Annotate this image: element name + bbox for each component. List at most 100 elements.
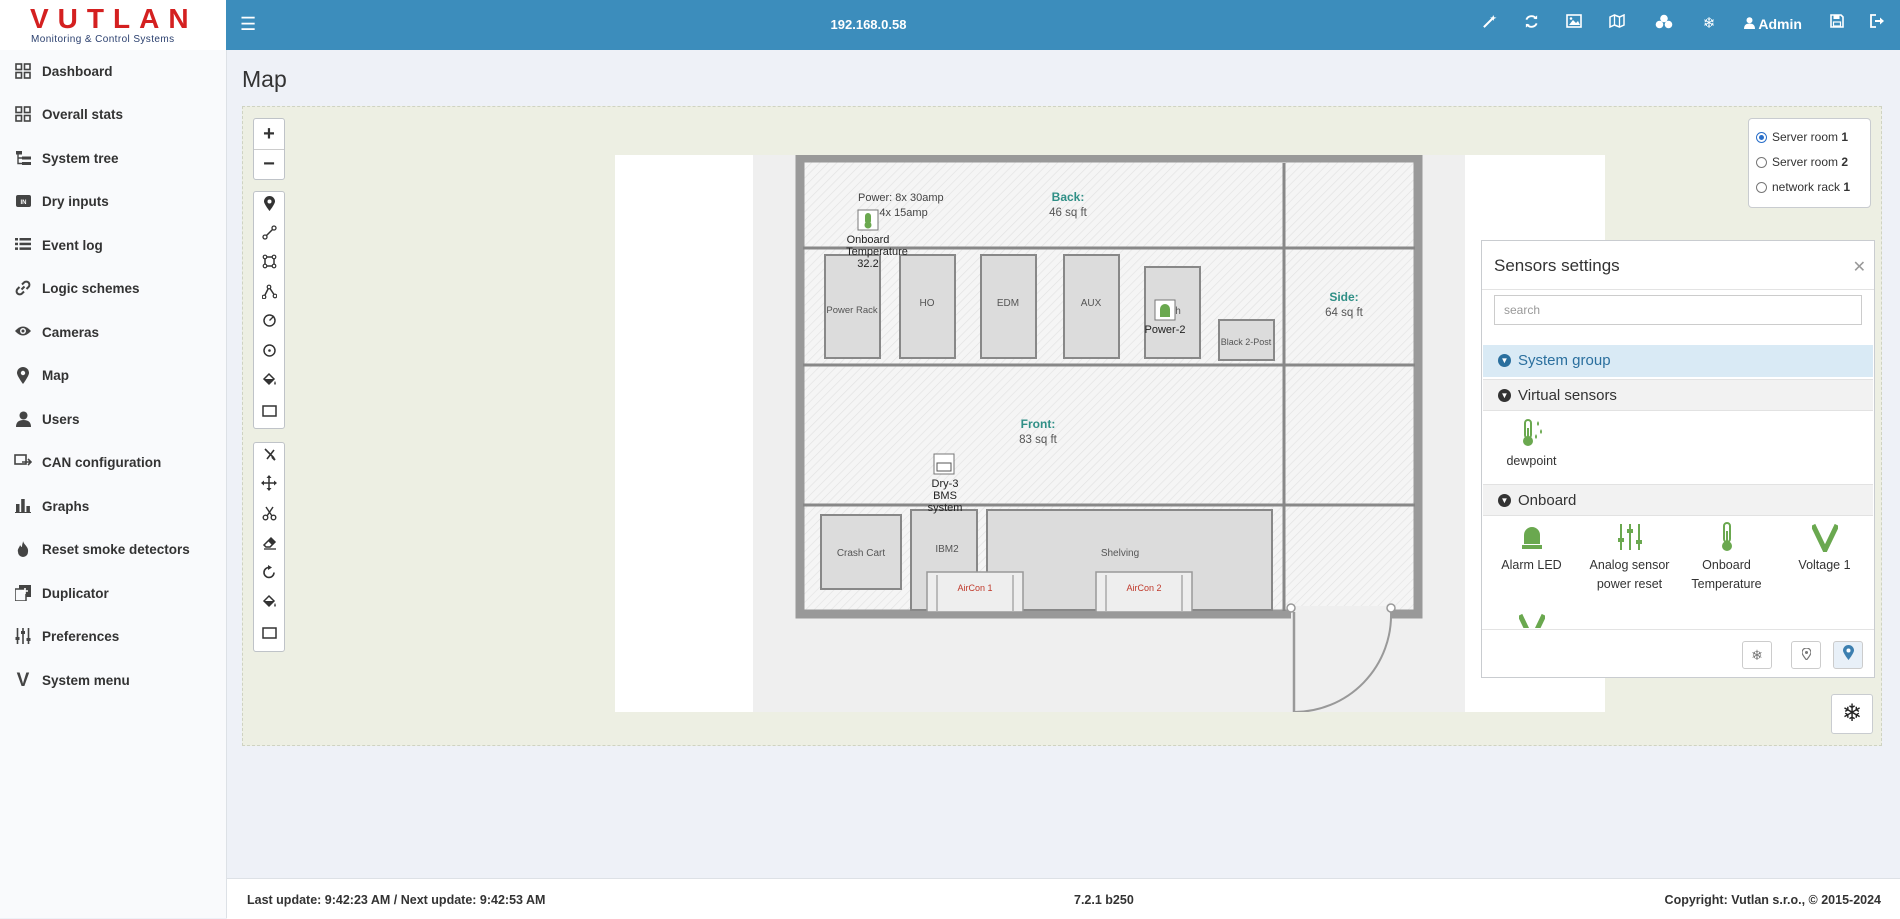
fill-icon[interactable] (254, 590, 284, 620)
power-note-1: Power: 8x 30amp (858, 192, 944, 204)
sidebar: Dashboard Overall stats System tree IN D… (0, 50, 227, 918)
sliders-icon (13, 628, 33, 646)
top-bar: VUTLAN Monitoring & Control Systems ☰ 19… (0, 0, 1900, 50)
group-system[interactable]: ▼ System group (1483, 345, 1873, 377)
sensor-voltage-partial[interactable] (1484, 612, 1579, 628)
sidebar-item-logic-schemes[interactable]: Logic schemes (0, 269, 226, 309)
room-option-network-rack-1[interactable]: network rack 1 (1756, 177, 1850, 197)
sidebar-item-label: Dashboard (42, 64, 113, 79)
refresh-icon[interactable] (1520, 14, 1542, 33)
magic-wand-icon[interactable] (1478, 14, 1500, 33)
sidebar-item-users[interactable]: Users (0, 400, 226, 440)
fill-icon[interactable] (254, 368, 284, 398)
footer: Last update: 9:42:23 AM / Next update: 9… (227, 878, 1900, 919)
sidebar-item-duplicator[interactable]: Duplicator (0, 574, 226, 614)
can-icon (13, 454, 33, 472)
logout-icon[interactable] (1866, 14, 1888, 32)
image-icon[interactable] (1563, 14, 1585, 32)
eye-icon (13, 324, 33, 342)
room-name: Server room (1772, 130, 1839, 144)
room-switcher: Server room 1 Server room 2 network rack… (1748, 118, 1871, 208)
sidebar-item-label: CAN configuration (42, 455, 162, 470)
user-label: Admin (1758, 16, 1802, 32)
rectangle-icon[interactable] (254, 398, 284, 428)
svg-text:IN: IN (20, 200, 26, 206)
sidebar-item-preferences[interactable]: Preferences (0, 617, 226, 657)
chevron-down-icon: ▼ (1498, 389, 1511, 402)
marker-label: BMS (933, 490, 957, 502)
circle-marker-icon[interactable] (254, 309, 284, 339)
sidebar-item-label: Dry inputs (42, 194, 109, 209)
marker-label: Dry-3 (932, 478, 959, 490)
crash-cart-label: Crash Cart (837, 548, 886, 559)
marker-label: Power-2 (1145, 324, 1186, 336)
cluster-icon[interactable] (1653, 14, 1675, 33)
draw-toolbar (253, 191, 285, 429)
sidebar-item-overall-stats[interactable]: Overall stats (0, 95, 226, 135)
save-icon[interactable] (1826, 14, 1848, 32)
aircon-label: AirCon 2 (1126, 583, 1161, 593)
sensor-onboard-temperature[interactable]: Onboard Temperature (1679, 522, 1774, 594)
zoom-in-button[interactable]: + (254, 119, 284, 149)
duplicate-icon (13, 585, 33, 603)
voltage-icon (1484, 612, 1579, 628)
radio-unselected[interactable] (1756, 156, 1767, 168)
marker-icon[interactable] (1833, 641, 1863, 669)
room-option-server-room-2[interactable]: Server room 2 (1756, 152, 1848, 172)
rack-label: HO (920, 298, 935, 309)
sensor-dewpoint[interactable]: dewpoint (1484, 418, 1579, 471)
sidebar-item-system-tree[interactable]: System tree (0, 139, 226, 179)
rack-label: AUX (1081, 298, 1102, 309)
polygon-icon[interactable] (254, 250, 284, 280)
v-icon: V (16, 670, 30, 691)
cut-icon[interactable] (254, 443, 284, 473)
sidebar-item-reset-smoke-detectors[interactable]: Reset smoke detectors (0, 530, 226, 570)
back-label: Back: (1052, 190, 1085, 204)
rotate-icon[interactable] (254, 561, 284, 591)
group-onboard[interactable]: ▼ Onboard (1483, 484, 1873, 516)
circle-icon[interactable] (254, 339, 284, 369)
room-number: 1 (1841, 130, 1849, 144)
rectangle-icon[interactable] (254, 620, 284, 650)
radio-unselected[interactable] (1756, 181, 1767, 193)
marker-outline-icon[interactable] (1791, 641, 1821, 669)
sidebar-item-map[interactable]: Map (0, 356, 226, 396)
snowflake-icon[interactable]: ❄ (1831, 694, 1873, 734)
sidebar-item-dry-inputs[interactable]: IN Dry inputs (0, 182, 226, 222)
sensor-analog-power-reset[interactable]: Analog sensor power reset (1582, 522, 1677, 594)
sidebar-item-system-menu[interactable]: V System menu (0, 661, 226, 701)
sidebar-item-label: Cameras (42, 325, 100, 340)
group-virtual-sensors[interactable]: ▼ Virtual sensors (1483, 379, 1873, 411)
sidebar-item-label: Graphs (42, 499, 90, 514)
sensor-voltage-1[interactable]: Voltage 1 (1777, 522, 1872, 575)
sidebar-item-label: Event log (42, 238, 103, 253)
sidebar-item-event-log[interactable]: Event log (0, 226, 226, 266)
move-icon[interactable] (254, 472, 284, 502)
brand-logo[interactable]: VUTLAN Monitoring & Control Systems (0, 0, 226, 50)
sidebar-item-dashboard[interactable]: Dashboard (0, 52, 226, 92)
scissors-icon[interactable] (254, 502, 284, 532)
path-icon[interactable] (254, 280, 284, 310)
zoom-out-button[interactable]: − (254, 149, 284, 179)
sensor-alarm-led[interactable]: Alarm LED (1484, 522, 1579, 575)
room-option-server-room-1[interactable]: Server room 1 (1756, 127, 1848, 147)
group-label: Virtual sensors (1518, 387, 1617, 404)
user-icon (1744, 16, 1758, 32)
eraser-icon[interactable] (254, 531, 284, 561)
page-title: Map (242, 66, 287, 92)
snowflake-icon[interactable]: ❄ (1698, 14, 1720, 32)
snowflake-icon[interactable]: ❄ (1742, 641, 1772, 669)
sidebar-item-can-configuration[interactable]: CAN configuration (0, 443, 226, 483)
polyline-icon[interactable] (254, 221, 284, 251)
sidebar-item-graphs[interactable]: Graphs (0, 487, 226, 527)
marker-icon[interactable] (254, 192, 284, 222)
radio-selected[interactable] (1756, 131, 1767, 143)
user-menu[interactable]: Admin (1744, 16, 1802, 32)
users-icon (13, 411, 33, 429)
logo-subtitle: Monitoring & Control Systems (31, 34, 175, 45)
search-input[interactable] (1494, 295, 1862, 325)
close-icon[interactable]: ✕ (1853, 257, 1866, 277)
sidebar-item-cameras[interactable]: Cameras (0, 313, 226, 353)
menu-toggle-icon[interactable]: ☰ (240, 14, 256, 35)
map-icon[interactable] (1606, 13, 1628, 32)
